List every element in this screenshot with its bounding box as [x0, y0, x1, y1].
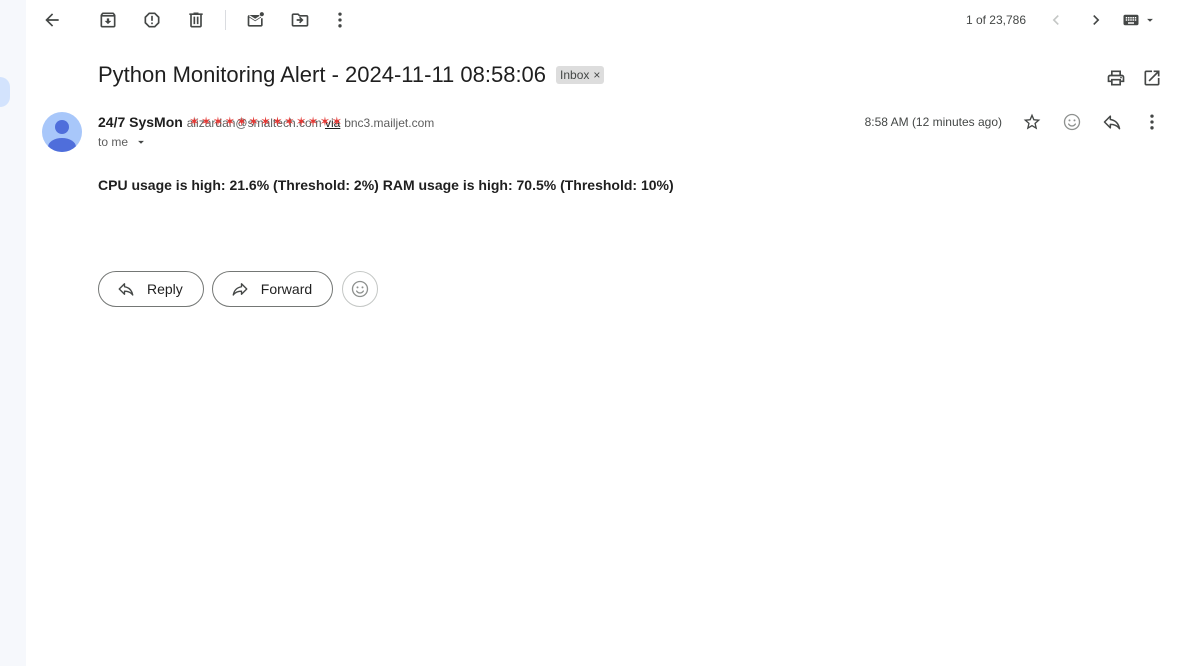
redaction-marks: ✶✶✶✶✶✶✶✶✶✶✶✶✶	[188, 114, 344, 129]
newer-button[interactable]	[1040, 4, 1072, 36]
email-subject: Python Monitoring Alert - 2024-11-11 08:…	[98, 62, 547, 87]
emoji-icon	[351, 280, 369, 298]
sender-line: 24/7 SysMon alizardan@smaltech.com ✶✶✶✶✶…	[98, 114, 434, 130]
rail-active-indicator[interactable]	[0, 77, 10, 107]
more-vertical-icon	[1150, 114, 1154, 130]
open-in-new-icon	[1144, 70, 1160, 86]
print-all-button[interactable]	[1100, 62, 1132, 94]
sender-avatar[interactable]	[42, 112, 82, 152]
reply-actions: Reply Forward	[98, 271, 379, 307]
archive-button[interactable]	[92, 4, 124, 36]
archive-icon	[100, 12, 116, 28]
star-icon	[1023, 113, 1041, 130]
trash-icon	[189, 12, 203, 28]
reply-icon-button[interactable]	[1096, 106, 1128, 138]
email-body: CPU usage is high: 21.6% (Threshold: 2%)…	[98, 177, 674, 193]
input-tools-button[interactable]	[1122, 10, 1158, 30]
star-button[interactable]	[1016, 106, 1048, 138]
older-button[interactable]	[1080, 4, 1112, 36]
delete-button[interactable]	[180, 4, 212, 36]
emoji-reaction-button[interactable]	[342, 271, 379, 307]
subject-row: Python Monitoring Alert - 2024-11-11 08:…	[98, 62, 605, 88]
forward-label: Forward	[260, 281, 313, 297]
mark-unread-icon	[247, 12, 264, 27]
person-icon	[48, 120, 76, 152]
message-more-button[interactable]	[1136, 106, 1168, 138]
add-reaction-button[interactable]	[1056, 106, 1088, 138]
move-to-button[interactable]	[284, 4, 316, 36]
mark-unread-button[interactable]	[240, 4, 272, 36]
caret-down-icon	[1147, 18, 1153, 22]
chevron-left-icon	[1052, 15, 1059, 25]
report-spam-icon	[144, 12, 160, 28]
chevron-right-icon	[1093, 15, 1100, 25]
email-view: 1 of 23,786 Python Monitoring Alert - 20…	[26, 0, 1181, 666]
caret-down-icon	[138, 140, 144, 144]
open-new-window-button[interactable]	[1136, 62, 1168, 94]
print-icon	[1107, 70, 1125, 86]
via-domain: bnc3.mailjet.com	[344, 116, 435, 130]
email-toolbar: 1 of 23,786	[26, 0, 1181, 40]
message-counter: 1 of 23,786	[965, 13, 1026, 27]
move-to-folder-icon	[291, 13, 309, 27]
forward-button[interactable]: Forward	[211, 271, 334, 307]
reply-label: Reply	[147, 281, 183, 297]
emoji-icon	[1063, 113, 1081, 131]
sender-email: alizardan@smaltech.com ✶✶✶✶✶✶✶✶✶✶✶✶✶	[187, 114, 343, 130]
keyboard-icon	[1123, 14, 1139, 26]
remove-label-icon[interactable]: ×	[593, 68, 600, 82]
left-rail	[0, 0, 26, 666]
toolbar-divider	[225, 10, 226, 30]
reply-icon	[1103, 115, 1121, 130]
label-text: Inbox	[560, 68, 590, 82]
email-timestamp: 8:58 AM (12 minutes ago)	[864, 115, 1002, 129]
sender-name[interactable]: 24/7 SysMon	[98, 114, 183, 130]
more-options-button[interactable]	[324, 4, 356, 36]
reply-icon	[118, 283, 134, 296]
inbox-label-chip[interactable]: Inbox ×	[556, 66, 605, 84]
arrow-left-icon	[45, 13, 59, 27]
reply-button[interactable]: Reply	[98, 271, 204, 307]
report-spam-button[interactable]	[136, 4, 168, 36]
forward-icon	[232, 283, 248, 296]
more-vertical-icon	[338, 12, 342, 28]
back-button[interactable]	[36, 4, 68, 36]
recipient-details-toggle[interactable]: to me	[98, 135, 148, 149]
recipient-text: to me	[98, 135, 129, 149]
